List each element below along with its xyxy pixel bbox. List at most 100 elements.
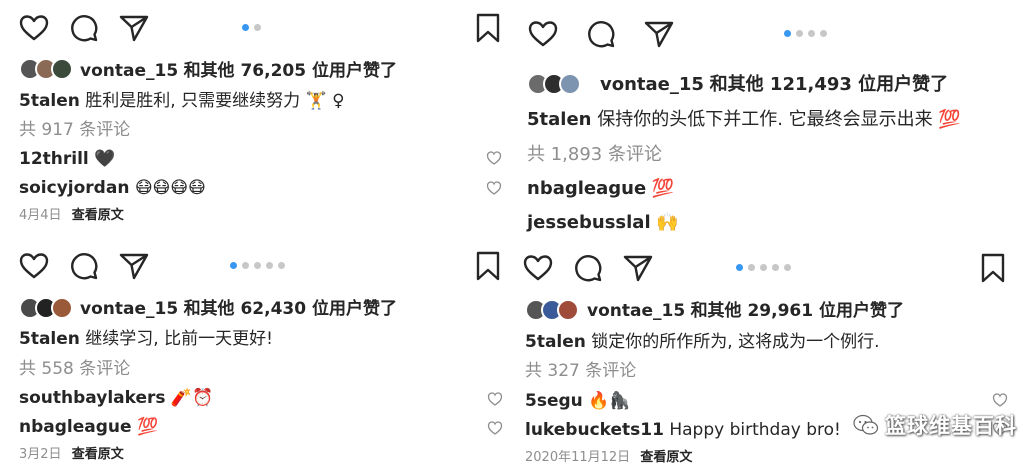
carousel-dot [254,24,261,31]
liker-username[interactable]: vontae_15 [80,61,178,81]
post-panel-3: vontae_15 和其他 62,430 位用户赞了 5talen 继续学习, … [0,240,500,470]
carousel-indicator [242,24,261,31]
comment-text: 🖤 [94,149,116,169]
comment-username[interactable]: 12thrill [19,149,89,169]
small-heart-icon[interactable] [487,391,503,407]
comment-username[interactable]: lukebuckets11 [525,420,664,440]
comment-text: 💯 [136,417,159,437]
caption-username[interactable]: 5talen [525,332,586,352]
carousel-indicator [736,264,791,271]
carousel-dot [760,264,767,271]
avatar[interactable] [557,299,579,321]
avatar[interactable] [51,297,73,319]
avatar[interactable] [559,73,581,95]
comment-row: 5segu 🔥🦍 [525,390,631,412]
comment-text: 🧨⏰ [170,388,214,408]
carousel-dot [278,262,285,269]
caption-username[interactable]: 5talen [19,91,80,111]
caption-text: 保持你的头低下并工作. 它最终会显示出来 💯 [597,109,961,130]
comment-row: 12thrill 🖤 [19,148,115,170]
carousel-dot [796,30,803,37]
heart-icon[interactable] [18,12,50,44]
comment-username[interactable]: jessebusslal [527,212,651,233]
liker-username[interactable]: vontae_15 [600,74,704,95]
heart-icon[interactable] [18,250,50,282]
comment-text: Happy birthday bro! [669,420,841,440]
small-heart-icon[interactable] [487,420,503,436]
likes-summary: vontae_15 和其他 29,961 位用户赞了 [587,300,904,322]
liker-username[interactable]: vontae_15 [80,299,178,319]
small-heart-icon[interactable] [992,392,1008,408]
view-original-link[interactable]: 查看原文 [72,447,124,462]
bookmark-icon[interactable] [472,12,504,44]
comment-icon[interactable] [68,250,100,282]
comment-icon[interactable] [68,12,100,44]
comment-row: nbagleague 💯 [19,416,158,438]
send-icon[interactable] [622,252,654,284]
comment-username[interactable]: 5segu [525,391,583,411]
view-all-comments[interactable]: 共 917 条评论 [19,119,130,141]
view-original-link[interactable]: 查看原文 [640,450,692,465]
post-meta: 4月4日 查看原文 [19,205,124,227]
carousel-indicator [230,262,285,269]
send-icon[interactable] [118,12,150,44]
likes-count[interactable]: 和其他 62,430 位用户赞了 [184,299,397,319]
liker-avatars[interactable] [525,299,579,321]
small-heart-icon[interactable] [486,180,502,196]
send-icon[interactable] [118,250,150,282]
comment-row: lukebuckets11 Happy birthday bro! [525,419,841,441]
heart-icon[interactable] [527,18,559,50]
post-panel-1: vontae_15 和其他 76,205 位用户赞了 5talen 胜利是胜利,… [0,0,500,235]
comment-username[interactable]: nbagleague [527,178,646,199]
view-original-link[interactable]: 查看原文 [72,208,124,223]
heart-icon[interactable] [522,252,554,284]
comment-row: southbaylakers 🧨⏰ [19,387,213,409]
wechat-logo-icon [853,414,879,436]
carousel-dot [748,264,755,271]
caption-text: 锁定你的所作所为, 这将成为一个例行. [591,332,880,352]
carousel-dot [784,264,791,271]
small-heart-icon[interactable] [486,150,502,166]
comment-row: nbagleague 💯 [527,178,674,200]
liker-avatars[interactable] [19,297,73,319]
liker-username[interactable]: vontae_15 [587,301,685,321]
caption: 5talen 胜利是胜利, 只需要继续努力 🏋 ♀ [19,90,345,112]
send-icon[interactable] [643,18,675,50]
comment-icon[interactable] [572,252,604,284]
caption: 5talen 保持你的头低下并工作. 它最终会显示出来 💯 [527,109,961,131]
caption: 5talen 锁定你的所作所为, 这将成为一个例行. [525,331,880,353]
post-meta: 3月2日 查看原文 [19,444,124,466]
likes-summary: vontae_15 和其他 62,430 位用户赞了 [80,298,397,320]
likes-summary: vontae_15 和其他 76,205 位用户赞了 [80,60,397,82]
comment-username[interactable]: nbagleague [19,417,132,437]
liker-avatars[interactable] [19,58,73,80]
post-date: 3月2日 [19,447,62,462]
post-panel-2: vontae_15 和其他 121,493 位用户赞了 5talen 保持你的头… [486,0,1025,235]
likes-count[interactable]: 和其他 121,493 位用户赞了 [710,74,949,95]
comment-username[interactable]: soicyjordan [19,178,129,198]
carousel-dot [266,262,273,269]
comment-row: soicyjordan 😷😷😷😷 [19,177,206,199]
liker-avatars[interactable] [527,73,581,95]
caption: 5talen 继续学习, 比前一天更好! [19,328,273,350]
comment-icon[interactable] [585,18,617,50]
likes-count[interactable]: 和其他 76,205 位用户赞了 [184,61,397,81]
comment-row: jessebusslal 🙌 [527,212,679,234]
likes-count[interactable]: 和其他 29,961 位用户赞了 [691,301,904,321]
likes-summary: vontae_15 和其他 121,493 位用户赞了 [600,74,948,96]
carousel-dot-active [784,30,791,37]
view-all-comments[interactable]: 共 1,893 条评论 [527,144,662,166]
bookmark-icon[interactable] [472,250,504,282]
carousel-dot [254,262,261,269]
comment-username[interactable]: southbaylakers [19,388,166,408]
comment-text: 🔥🦍 [588,391,631,411]
bookmark-icon[interactable] [977,252,1009,284]
caption-username[interactable]: 5talen [527,109,591,130]
caption-text: 继续学习, 比前一天更好! [85,329,273,349]
view-all-comments[interactable]: 共 327 条评论 [525,360,636,382]
carousel-indicator [784,30,827,37]
carousel-dot [820,30,827,37]
caption-username[interactable]: 5talen [19,329,80,349]
avatar[interactable] [51,58,73,80]
view-all-comments[interactable]: 共 558 条评论 [19,358,130,380]
